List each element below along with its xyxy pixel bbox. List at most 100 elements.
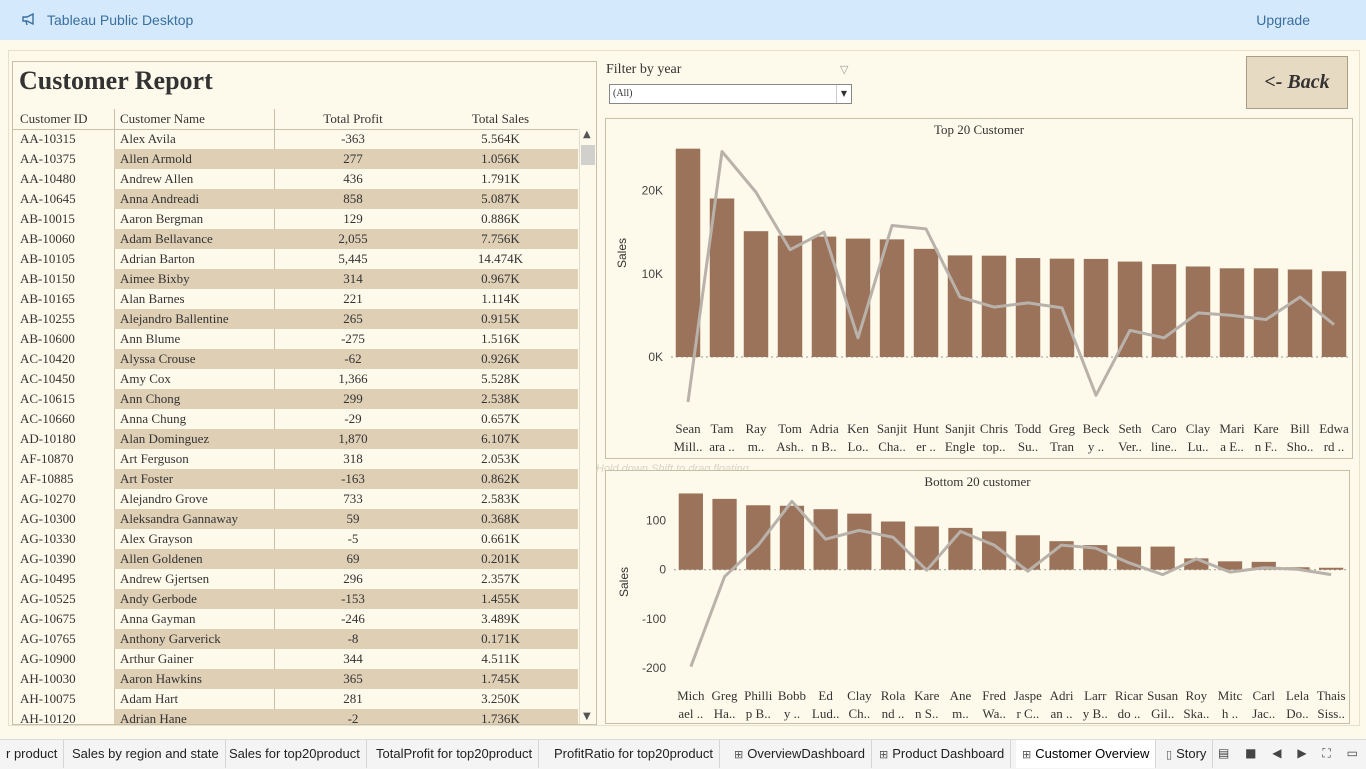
cell-customer-id: AH-10120 — [20, 711, 76, 725]
x-category-label: Susan — [1147, 688, 1179, 703]
column-header-customer-id[interactable]: Customer ID — [20, 111, 88, 127]
cell-customer-name: Adrian Hane — [120, 711, 187, 725]
next-sheet-icon[interactable]: ▶ — [1297, 746, 1306, 760]
table-row[interactable]: AB-10150 Aimee Bixby 314 0.967K — [13, 269, 578, 289]
table-row[interactable]: AH-10075 Adam Hart 281 3.250K — [13, 689, 578, 709]
cell-total-sales: 0.886K — [481, 211, 520, 226]
table-row[interactable]: AB-10600 Ann Blume -275 1.516K — [13, 329, 578, 349]
cell-total-profit: 1,366 — [338, 371, 368, 386]
table-row[interactable]: AG-10330 Alex Grayson -5 0.661K — [13, 529, 578, 549]
cell-total-sales: 6.107K — [481, 431, 520, 446]
presentation-icon[interactable]: ▭ — [1347, 746, 1358, 760]
table-row[interactable]: AA-10480 Andrew Allen 436 1.791K — [13, 169, 578, 189]
table-scrollbar[interactable]: ▲ ▼ — [579, 129, 596, 724]
cell-customer-name: Ann Blume — [120, 331, 181, 346]
cell-total-profit: -153 — [341, 591, 365, 606]
report-title: Customer Report — [19, 66, 213, 95]
filter-icon[interactable]: ▽ — [840, 63, 848, 76]
sheet-sorter-icon[interactable]: ▤ — [1218, 746, 1229, 760]
tab-label: ProfitRatio for top20product — [554, 746, 713, 761]
table-row[interactable]: AB-10255 Alejandro Ballentine 265 0.915K — [13, 309, 578, 329]
cell-customer-name: Adam Hart — [120, 691, 179, 706]
table-row[interactable]: AA-10375 Allen Armold 277 1.056K — [13, 149, 578, 169]
x-category-label: m.. — [952, 706, 969, 721]
table-row[interactable]: AH-10030 Aaron Hawkins 365 1.745K — [13, 669, 578, 689]
table-row[interactable]: AG-10300 Aleksandra Gannaway 59 0.368K — [13, 509, 578, 529]
table-row[interactable]: AB-10165 Alan Barnes 221 1.114K — [13, 289, 578, 309]
scroll-down-icon[interactable]: ▼ — [583, 711, 591, 722]
tab-profitratio-for-top20product[interactable]: ProfitRatio for top20product — [548, 740, 720, 768]
tab-sales-for-top20product[interactable]: Sales for top20product — [223, 740, 367, 768]
table-row[interactable]: AF-10870 Art Ferguson 318 2.053K — [13, 449, 578, 469]
x-category-label: Mich — [677, 688, 705, 703]
tab-label: Story — [1176, 746, 1207, 761]
table-row[interactable]: AB-10060 Adam Bellavance 2,055 7.756K — [13, 229, 578, 249]
table-row[interactable]: AG-10270 Alejandro Grove 733 2.583K — [13, 489, 578, 509]
y-tick-label: 0 — [659, 563, 666, 577]
table-row[interactable]: AC-10420 Alyssa Crouse -62 0.926K — [13, 349, 578, 369]
cell-total-profit: 299 — [343, 391, 363, 406]
table-row[interactable]: AC-10660 Anna Chung -29 0.657K — [13, 409, 578, 429]
filmstrip-icon[interactable]: ■ — [1245, 746, 1256, 760]
dashboard-icon: ⊞ — [734, 748, 744, 761]
column-header-customer-name[interactable]: Customer Name — [120, 111, 205, 127]
table-row[interactable]: AA-10315 Alex Avila -363 5.564K — [13, 129, 578, 149]
tab-label: Product Dashboard — [892, 746, 1005, 761]
cell-total-sales: 0.657K — [481, 411, 520, 426]
story-icon: ▯ — [1166, 748, 1173, 761]
table-row[interactable]: AG-10675 Anna Gayman -246 3.489K — [13, 609, 578, 629]
scroll-up-icon[interactable]: ▲ — [583, 129, 591, 140]
x-category-label: r C.. — [1016, 706, 1039, 721]
cell-customer-name: Anthony Garverick — [120, 631, 221, 646]
x-category-label: Ane — [950, 688, 972, 703]
tab-product-dashboard[interactable]: ⊞ Product Dashboard — [873, 740, 1012, 768]
y-tick-label: -200 — [642, 661, 666, 675]
dashboard-icon: ⊞ — [1022, 748, 1032, 761]
table-row[interactable]: AB-10015 Aaron Bergman 129 0.886K — [13, 209, 578, 229]
bar — [675, 148, 701, 357]
cell-customer-id: AG-10330 — [20, 531, 76, 546]
table-row[interactable]: AG-10765 Anthony Garverick -8 0.171K — [13, 629, 578, 649]
table-row[interactable]: AF-10885 Art Foster -163 0.862K — [13, 469, 578, 489]
cell-total-sales: 3.489K — [481, 611, 520, 626]
x-category-label: ara .. — [709, 439, 735, 454]
table-row[interactable]: AD-10180 Alan Dominguez 1,870 6.107K — [13, 429, 578, 449]
x-category-label: y .. — [1088, 439, 1104, 454]
tab-overviewdashboard[interactable]: ⊞ OverviewDashboard — [728, 740, 872, 768]
x-category-label: top.. — [982, 439, 1005, 454]
table-row[interactable]: AA-10645 Anna Andreadi 858 5.087K — [13, 189, 578, 209]
tab-totalprofit-for-top20product[interactable]: TotalProfit for top20product — [370, 740, 540, 768]
tab-r-product[interactable]: r product — [0, 740, 65, 768]
cell-total-sales: 5.528K — [481, 371, 520, 386]
column-header-total-profit[interactable]: Total Profit — [273, 111, 433, 127]
table-row[interactable]: AC-10615 Ann Chong 299 2.538K — [13, 389, 578, 409]
tab-customer-overview[interactable]: ⊞ Customer Overview — [1016, 740, 1157, 768]
table-row[interactable]: AG-10525 Andy Gerbode -153 1.455K — [13, 589, 578, 609]
upgrade-link[interactable]: Upgrade — [1256, 12, 1310, 28]
cell-customer-id: AB-10150 — [20, 271, 75, 286]
tab-sales-by-region-and-state[interactable]: Sales by region and state — [66, 740, 226, 768]
cell-total-profit: -5 — [347, 531, 359, 546]
bar — [1015, 258, 1041, 357]
column-header-total-sales[interactable]: Total Sales — [433, 111, 568, 127]
table-row[interactable]: AG-10495 Andrew Gjertsen 296 2.357K — [13, 569, 578, 589]
prev-sheet-icon[interactable]: ◀ — [1272, 746, 1281, 760]
x-category-label: Mitc — [1218, 688, 1243, 703]
year-filter-select[interactable]: (All) ▼ — [609, 84, 852, 104]
table-row[interactable]: AB-10105 Adrian Barton 5,445 14.474K — [13, 249, 578, 269]
chevron-down-icon[interactable]: ▼ — [836, 85, 851, 103]
scroll-thumb[interactable] — [581, 145, 595, 165]
sheet-tab-bar: r product Sales by region and state Sales … — [0, 739, 1366, 769]
dashboard-icon: ⊞ — [879, 748, 889, 761]
y-tick-label: -100 — [642, 612, 666, 626]
x-category-label: Clay — [847, 688, 872, 703]
x-category-label: h .. — [1222, 706, 1238, 721]
table-row[interactable]: AH-10120 Adrian Hane -2 1.736K — [13, 709, 578, 725]
fullscreen-icon[interactable]: ⛶ — [1322, 746, 1330, 760]
table-row[interactable]: AG-10390 Allen Goldenen 69 0.201K — [13, 549, 578, 569]
bottom-20-chart-svg: Sales -200 -100 0 100 Mich ael .. Greg Ha.. Phill… — [617, 493, 1348, 721]
cell-total-profit: 69 — [346, 551, 360, 566]
back-button[interactable]: <- Back — [1246, 56, 1348, 109]
table-row[interactable]: AG-10900 Arthur Gainer 344 4.511K — [13, 649, 578, 669]
table-row[interactable]: AC-10450 Amy Cox 1,366 5.528K — [13, 369, 578, 389]
